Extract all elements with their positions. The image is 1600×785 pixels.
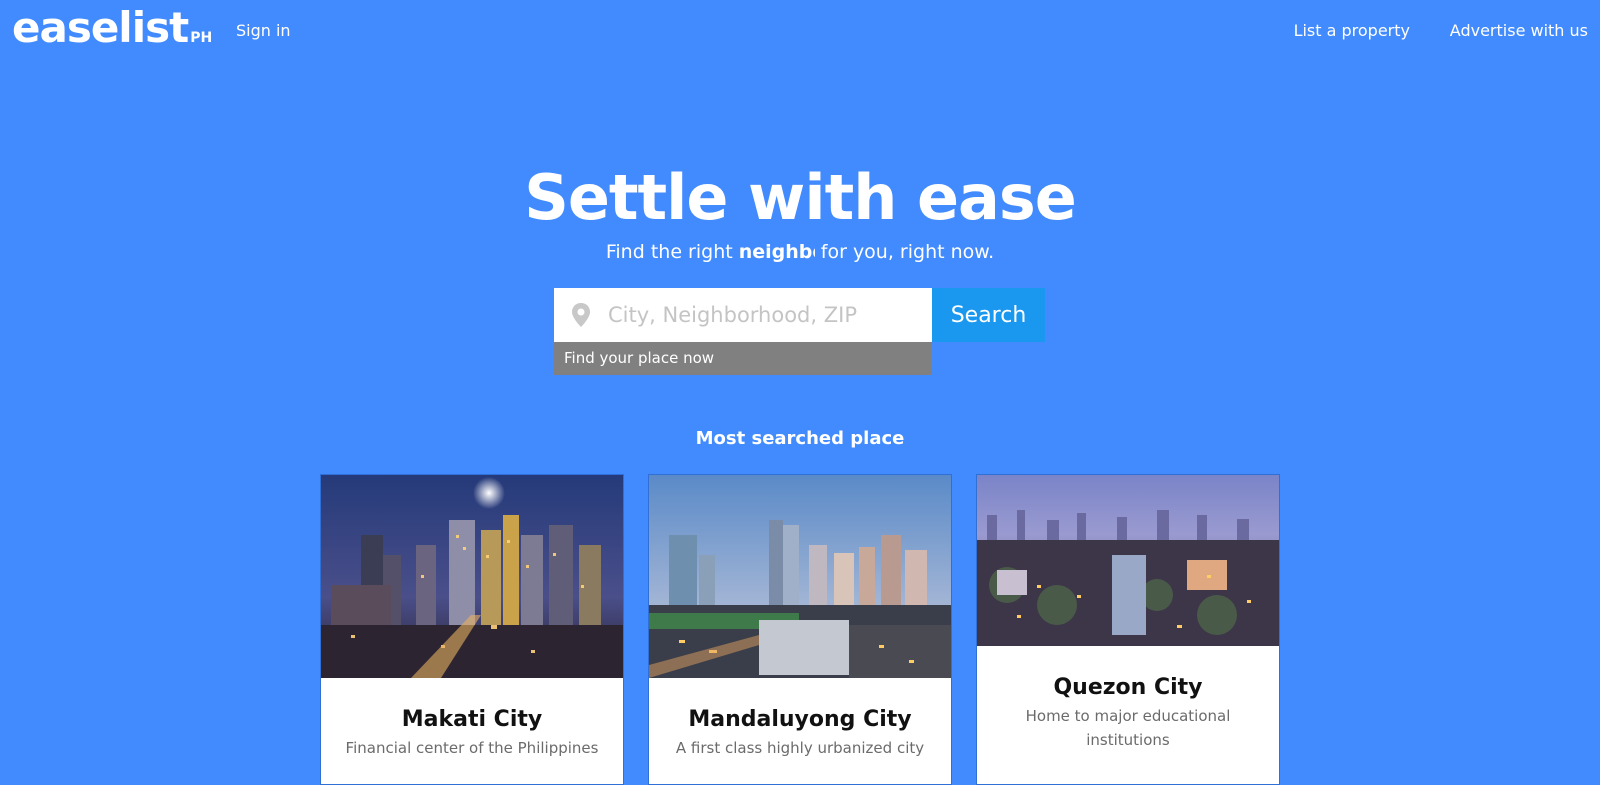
card-description: Financial center of the Philippines [345,739,599,757]
logo-text: easelist [12,3,189,52]
subtitle-before: Find the right [605,241,739,263]
site-logo[interactable]: easelist PH [12,2,212,54]
card-title: Quezon City [1053,675,1203,700]
place-card-makati[interactable]: Makati City Financial center of the Phil… [320,474,624,785]
advertise-link[interactable]: Advertise with us [1450,20,1588,42]
card-title: Mandaluyong City [688,707,912,732]
card-description: A first class highly urbanized city [675,739,925,757]
place-card-quezon[interactable]: Quezon City Home to major educational in… [976,474,1280,785]
map-pin-icon [572,303,590,327]
search-button[interactable]: Search [932,288,1045,342]
card-description: Home to major educational institutions [1025,707,1231,749]
list-property-link[interactable]: List a property [1294,20,1410,42]
top-nav: easelist PH Sign in List a property Adve… [0,0,1600,60]
hero-title: Settle with ease [524,161,1077,234]
search-suggestion[interactable]: Find your place now [554,342,932,375]
search-box [554,288,932,342]
search-input[interactable] [608,288,908,342]
hero-subtitle: Find the right neighbo for you, right no… [0,239,1600,265]
logo-country: PH [190,30,213,46]
subtitle-after: for you, right now. [814,241,995,263]
city-photo-quezon [977,475,1279,646]
city-photo-makati [321,475,623,678]
section-title: Most searched place [695,428,905,449]
place-card-mandaluyong[interactable]: Mandaluyong City A first class highly ur… [648,474,952,785]
city-photo-mandaluyong [649,475,951,678]
sign-in-link[interactable]: Sign in [236,20,291,42]
subtitle-typed-word: neighbo [738,241,815,263]
card-title: Makati City [401,707,543,732]
